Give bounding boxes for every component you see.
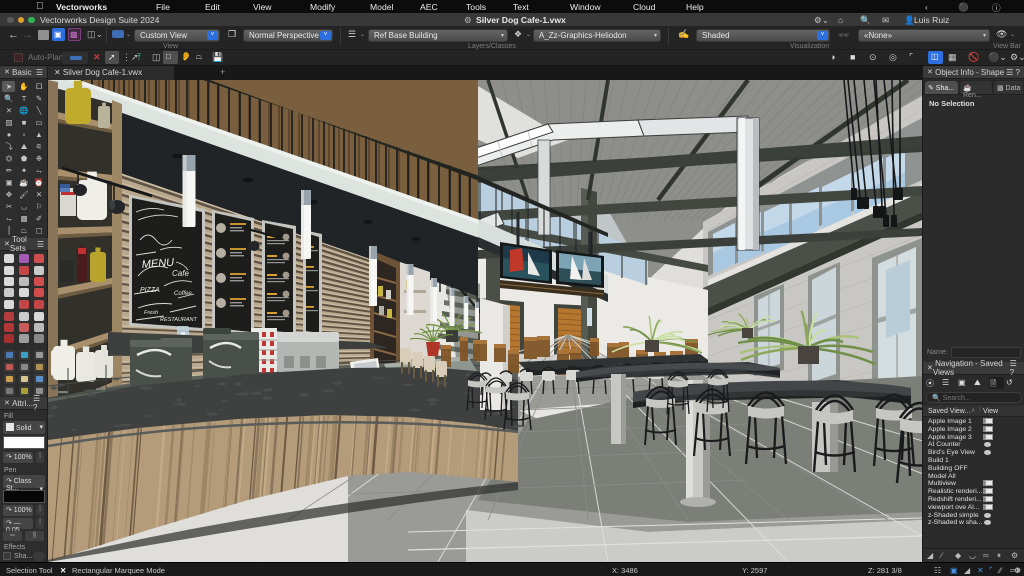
svg-text:Coffee: Coffee bbox=[174, 291, 192, 297]
svg-text:Fresh: Fresh bbox=[144, 310, 158, 316]
svg-text:PIZZA: PIZZA bbox=[140, 287, 160, 294]
svg-text:RESTAURANT: RESTAURANT bbox=[160, 317, 198, 323]
svg-text:Cafe: Cafe bbox=[172, 269, 189, 278]
svg-text:MENU: MENU bbox=[141, 257, 174, 271]
